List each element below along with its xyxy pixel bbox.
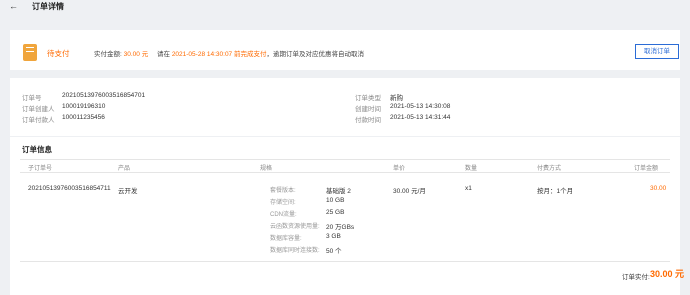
deadline-time: 2021-05-28 14:30:07 前完成支付 — [171, 51, 267, 58]
col-quantity: 数量 — [465, 166, 478, 172]
spec-value: 20 万GBs — [326, 224, 355, 231]
table-header: 子订单号 产品 规格 单价 数量 付费方式 订单金额 — [20, 159, 670, 173]
arrow-left-icon[interactable]: ← — [9, 1, 18, 11]
status-label: 待支付 — [47, 49, 70, 58]
section-title: 订单信息 — [22, 145, 52, 154]
created-time-label: 创建时间 — [355, 106, 381, 113]
cancel-order-button[interactable]: 取消订单 — [635, 44, 679, 59]
quantity: x1 — [465, 185, 472, 192]
unit-price: 30.00 元/月 — [393, 188, 426, 195]
payer-label: 订单付款人 — [22, 117, 55, 124]
page-title: 订单详情 — [32, 2, 64, 11]
spec-value: 25 GB — [326, 209, 345, 216]
spec-key: 云函数资源使用量: — [270, 224, 320, 230]
order-icon — [23, 44, 37, 61]
table-row: 20210513976003516854711 云开发 套餐版本: 基础版 2 … — [20, 173, 670, 262]
paid-time-value: 2021-05-13 14:31:44 — [390, 114, 451, 121]
total-value: 30.00 元 — [650, 269, 685, 279]
col-sub-order: 子订单号 — [28, 166, 53, 172]
order-type-label: 订单类型 — [355, 95, 381, 102]
spec-key: 数据库容量: — [270, 236, 302, 242]
order-number-label: 订单号 — [22, 95, 42, 102]
spec-key: CDN流量: — [270, 212, 297, 218]
paid-amount-label: 实付金额: — [94, 51, 122, 58]
status-panel: 待支付 实付金额: 30.00 元 请在 2021-05-28 14:30:07… — [10, 30, 680, 70]
pay-method: 按月：1个月 — [537, 188, 574, 195]
total-panel: 订单实付: 30.00 元 — [10, 262, 684, 295]
top-bar: ← 订单详情 — [0, 0, 690, 14]
paid-amount: 实付金额: 30.00 元 — [94, 48, 148, 58]
sub-order-number: 20210513976003516854711 — [28, 185, 111, 192]
spec-value: 10 GB — [326, 197, 345, 204]
total-label: 订单实付: — [622, 274, 650, 281]
creator-value: 100019196310 — [62, 103, 106, 110]
spec-value: 基础版 2 — [326, 188, 351, 195]
spec-value: 50 个 — [326, 248, 342, 255]
product-name: 云开发 — [118, 188, 138, 195]
payer-value: 100011235456 — [62, 114, 105, 121]
spec-key: 套餐版本: — [270, 188, 296, 194]
deadline-suffix: ，逾期订单及对应优惠将自动取消 — [266, 51, 364, 58]
order-info-panel: 订单号 20210513976003516854701 订单创建人 100019… — [10, 78, 680, 136]
col-pay-method: 付费方式 — [537, 166, 562, 172]
paid-time-label: 付款时间 — [355, 117, 381, 124]
col-product: 产品 — [118, 166, 131, 172]
spec-key: 存储空间: — [270, 200, 296, 206]
row-amount: 30.00 — [650, 185, 667, 192]
creator-label: 订单创建人 — [22, 106, 55, 113]
paid-amount-value: 30.00 元 — [123, 51, 149, 58]
col-unit-price: 单价 — [393, 166, 406, 172]
col-amount: 订单金额 — [634, 166, 659, 172]
order-number-value: 20210513976003516854701 — [62, 92, 146, 99]
order-type-value: 新购 — [390, 95, 403, 102]
deadline-prefix: 请在 — [157, 51, 170, 58]
spec-value: 3 GB — [326, 233, 341, 240]
created-time-value: 2021-05-13 14:30:08 — [390, 103, 451, 110]
spec-key: 数据库同时连接数: — [270, 248, 320, 254]
payment-deadline: 请在 2021-05-28 14:30:07 前完成支付，逾期订单及对应优惠将自… — [157, 48, 364, 58]
col-spec: 规格 — [260, 166, 273, 172]
order-items-panel: 订单信息 子订单号 产品 规格 单价 数量 付费方式 订单金额 20210513… — [10, 137, 680, 262]
